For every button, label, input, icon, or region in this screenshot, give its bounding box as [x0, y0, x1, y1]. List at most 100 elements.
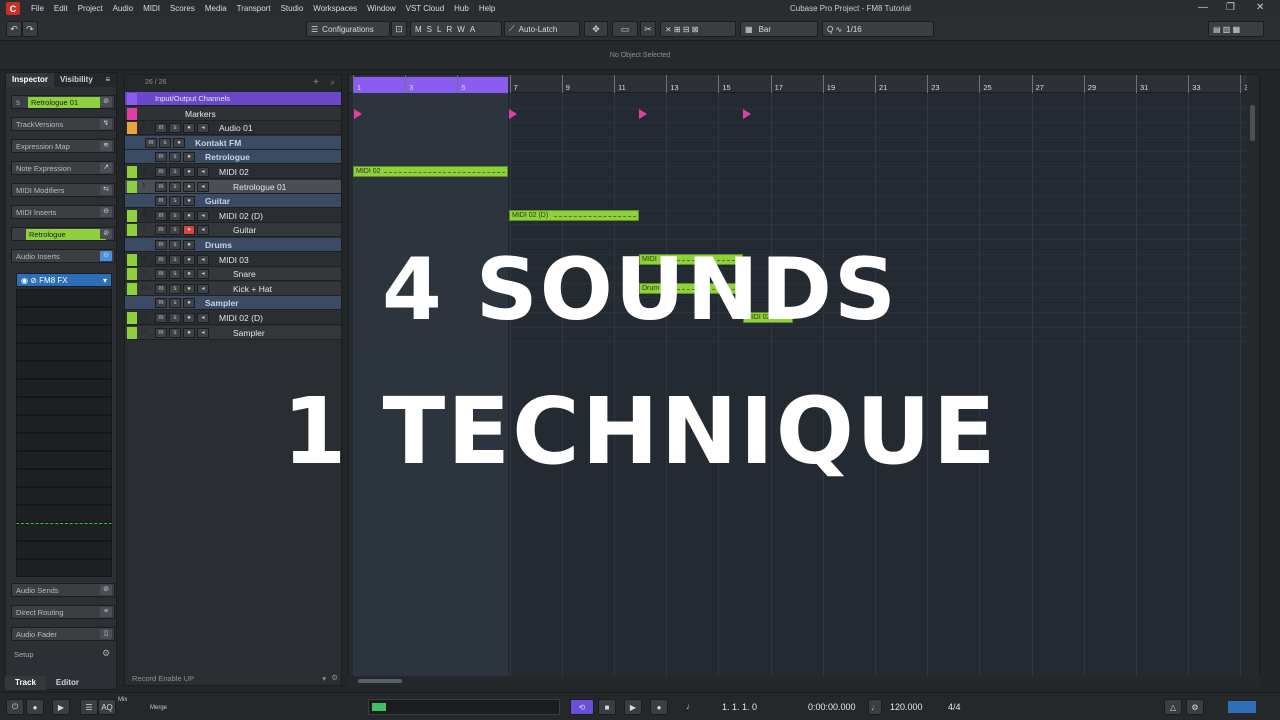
menu-edit[interactable]: Edit	[49, 4, 73, 13]
solo-button[interactable]: s	[169, 152, 181, 163]
stop-button[interactable]: ■	[598, 699, 616, 715]
minimize-icon[interactable]: —	[1198, 2, 1208, 13]
menu-project[interactable]: Project	[73, 4, 108, 13]
track-name[interactable]: Guitar	[205, 196, 230, 206]
play-mode-icon[interactable]: ▶	[52, 699, 70, 715]
inspector-track-name[interactable]: S Retrologue 01 ⊘	[11, 95, 115, 109]
mute-button[interactable]: m	[155, 210, 167, 221]
mute-button[interactable]: m	[155, 225, 167, 236]
routing-icon[interactable]: ≡	[100, 607, 112, 617]
track-row-midi[interactable]: 4 m s ● ◂ MIDI 02	[125, 165, 341, 179]
chevron-down-icon[interactable]: ▾	[322, 674, 326, 683]
mute-all-button[interactable]: M	[415, 25, 427, 34]
solo-button[interactable]: s	[159, 137, 171, 148]
tab-editor[interactable]: Editor	[46, 676, 89, 690]
settings-icon[interactable]: ⚙	[331, 673, 338, 682]
track-color-strip[interactable]	[127, 151, 137, 164]
menu-help[interactable]: Help	[474, 4, 500, 13]
automation-button[interactable]: A	[470, 25, 480, 34]
expression-icon[interactable]: ≋	[100, 141, 112, 151]
inspector-row-audio-fader[interactable]: Audio Fader ▯	[11, 627, 115, 641]
track-name[interactable]: Retrologue 01	[233, 182, 286, 192]
mute-button[interactable]: m	[155, 181, 167, 192]
record-button[interactable]: ●	[173, 137, 185, 148]
metronome-icon[interactable]: △	[1164, 699, 1182, 715]
inspector-row-audio-sends[interactable]: Audio Sends ⊘	[11, 583, 115, 597]
insert-slot[interactable]	[16, 541, 112, 559]
scroll-thumb[interactable]	[1250, 105, 1255, 141]
monitor-button[interactable]: ◂	[197, 210, 209, 221]
midi-part[interactable]: MIDI 02 (D)	[509, 210, 639, 221]
track-row-marker[interactable]: Markers	[125, 106, 341, 121]
configurations-dropdown[interactable]: ☰ Configurations	[306, 21, 390, 37]
redo-icon[interactable]: ↷	[22, 21, 38, 37]
tab-inspector[interactable]: Inspector	[6, 73, 55, 87]
insert-slot[interactable]	[16, 343, 112, 361]
post-fader-slot[interactable]	[16, 523, 112, 541]
time-display[interactable]: 0:00:00.000	[808, 702, 856, 712]
track-row-io[interactable]: Input/Output Channels	[125, 92, 341, 106]
menu-media[interactable]: Media	[200, 4, 232, 13]
undo-icon[interactable]: ↶	[6, 21, 22, 37]
record-mode-icon[interactable]: ●	[26, 699, 44, 715]
record-button[interactable]: ●	[183, 167, 195, 177]
inspector-row-midi-inserts[interactable]: MIDI Inserts ⊖	[11, 205, 115, 219]
gear-icon[interactable]: ⚙	[102, 648, 110, 659]
auto-quantize-icon[interactable]: AQ	[98, 699, 116, 715]
track-row-instr[interactable]: 7 m s ● ◂ Guitar	[125, 223, 341, 238]
performance-meter[interactable]	[1228, 701, 1256, 713]
window-layout-buttons[interactable]: ▤ ▥ ▦	[1208, 21, 1264, 37]
tempo-display[interactable]: 120.000	[890, 702, 923, 712]
cycle-marker-range[interactable]	[353, 77, 508, 93]
solo-button[interactable]: s	[169, 123, 181, 134]
record-button[interactable]: ●	[650, 699, 668, 715]
record-button[interactable]: ●	[183, 225, 195, 236]
search-icon[interactable]: ⌕	[331, 78, 335, 88]
fader-icon[interactable]: ▯	[100, 629, 112, 639]
track-row-instr[interactable]: 5 m s ● ◂ Retrologue 01	[125, 179, 341, 194]
menu-vst-cloud[interactable]: VST Cloud	[401, 4, 450, 13]
solo-button[interactable]: s	[169, 196, 181, 207]
insert-slot[interactable]	[16, 559, 112, 577]
edit-icon[interactable]: ⊘	[100, 229, 112, 239]
mute-button[interactable]: m	[155, 167, 167, 177]
versions-icon[interactable]: ↯	[100, 119, 112, 129]
solo-button[interactable]: s	[169, 210, 181, 221]
inspector-row-trackversions[interactable]: TrackVersions ↯	[11, 117, 115, 131]
menu-file[interactable]: File	[26, 4, 49, 13]
mute-button[interactable]: m	[145, 137, 157, 148]
power-icon[interactable]: ⏻	[6, 699, 24, 715]
position-display[interactable]: 1. 1. 1. 0	[722, 702, 757, 712]
menu-studio[interactable]: Studio	[276, 4, 309, 13]
inspector-row-expression-map[interactable]: Expression Map ≋	[11, 139, 115, 153]
track-color-strip[interactable]	[127, 166, 137, 178]
track-row-folder[interactable]: m s ● Retrologue	[125, 150, 341, 165]
close-icon[interactable]: ✕	[1256, 2, 1264, 13]
track-color-strip[interactable]	[127, 180, 137, 193]
track-color-strip[interactable]	[127, 122, 137, 135]
insert-slot[interactable]	[16, 487, 112, 505]
track-state-buttons[interactable]: MSLRWA	[410, 21, 502, 37]
track-name[interactable]: MIDI 02	[219, 167, 249, 177]
mute-button[interactable]: m	[155, 152, 167, 163]
sends-icon[interactable]: ⊘	[100, 585, 112, 595]
record-button[interactable]: ●	[183, 196, 195, 207]
menu-transport[interactable]: Transport	[232, 4, 276, 13]
marker-flag[interactable]	[354, 109, 362, 119]
track-color-strip[interactable]	[127, 93, 137, 105]
track-name[interactable]: Markers	[185, 109, 216, 119]
edit-tools-icon[interactable]: ✥	[584, 21, 608, 37]
automation-mode-dropdown[interactable]: ⟋ Auto-Latch	[504, 21, 580, 37]
bypass-icon[interactable]: ⊖	[100, 207, 112, 217]
modifiers-icon[interactable]: ⇆	[100, 185, 112, 195]
track-color-strip[interactable]	[127, 224, 137, 237]
read-all-button[interactable]: R	[446, 25, 457, 34]
record-button[interactable]: ●	[183, 152, 195, 163]
cycle-button[interactable]: ⟲	[570, 699, 594, 715]
track-color-strip[interactable]	[127, 209, 137, 222]
menu-window[interactable]: Window	[362, 4, 400, 13]
monitor-button[interactable]: ◂	[197, 123, 209, 134]
note-expression-icon[interactable]: ↗	[100, 163, 112, 173]
track-color-strip[interactable]	[127, 107, 137, 120]
marker-flag[interactable]	[743, 109, 751, 119]
